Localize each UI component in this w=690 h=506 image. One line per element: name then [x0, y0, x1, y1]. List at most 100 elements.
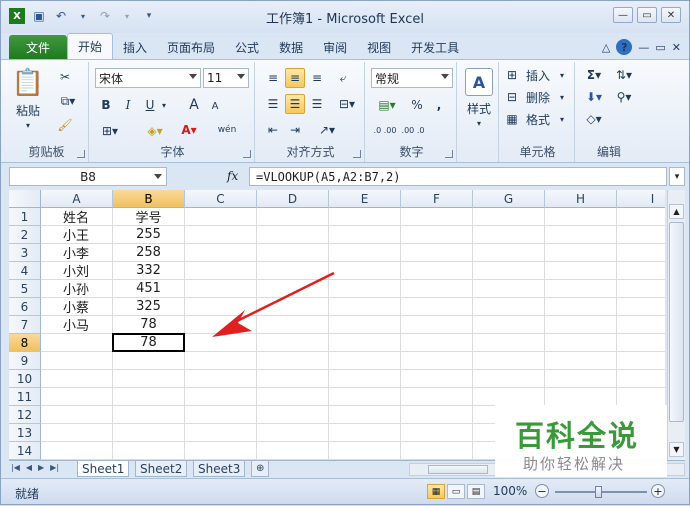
phonetic-guide-button[interactable]: wén [213, 120, 241, 140]
cell-a8[interactable] [41, 334, 113, 352]
zoom-level[interactable]: 100% [493, 484, 527, 498]
row-header-5[interactable]: 5 [9, 280, 41, 298]
expand-formula-bar-icon[interactable]: ▾ [669, 167, 685, 186]
cell-a4[interactable]: 小刘 [41, 262, 113, 280]
cell-b10[interactable] [113, 370, 185, 388]
scroll-down-icon[interactable]: ▼ [669, 442, 684, 457]
font-name-select[interactable]: 宋体 [95, 68, 201, 88]
last-sheet-icon[interactable]: ▶| [50, 463, 59, 472]
cell-c1[interactable] [185, 208, 257, 226]
prev-sheet-icon[interactable]: ◀ [26, 463, 32, 472]
cell-c5[interactable] [185, 280, 257, 298]
cell-d11[interactable] [257, 388, 329, 406]
cell-c14[interactable] [185, 442, 257, 460]
format-painter-icon[interactable]: 🖌 [55, 116, 75, 134]
cell-d1[interactable] [257, 208, 329, 226]
cell-g6[interactable] [473, 298, 545, 316]
paste-icon[interactable]: 📋 [11, 66, 45, 100]
cell-h11[interactable] [545, 388, 617, 406]
cell-b5[interactable]: 451 [113, 280, 185, 298]
autosum-icon[interactable]: Σ▾ [581, 66, 607, 84]
cell-g9[interactable] [473, 352, 545, 370]
cell-g2[interactable] [473, 226, 545, 244]
cell-d2[interactable] [257, 226, 329, 244]
active-cell-b8[interactable]: 78 [112, 333, 185, 352]
doc-restore-icon[interactable]: ▭ [655, 41, 665, 54]
column-header-g[interactable]: G [473, 190, 545, 208]
cell-c2[interactable] [185, 226, 257, 244]
cell-f14[interactable] [401, 442, 473, 460]
cell-a1[interactable]: 姓名 [41, 208, 113, 226]
font-size-select[interactable]: 11 [203, 68, 249, 88]
cell-b1[interactable]: 学号 [113, 208, 185, 226]
styles-icon[interactable]: A [465, 68, 493, 96]
cell-g4[interactable] [473, 262, 545, 280]
page-layout-view-icon[interactable]: ▭ [447, 484, 465, 499]
formula-input[interactable]: =VLOOKUP(A5,A2:B7,2) [249, 167, 667, 186]
cell-i2[interactable] [617, 226, 665, 244]
cell-f4[interactable] [401, 262, 473, 280]
tab-page-layout[interactable]: 页面布局 [157, 35, 225, 59]
row-header-4[interactable]: 4 [9, 262, 41, 280]
tab-insert[interactable]: 插入 [113, 35, 157, 59]
cell-i9[interactable] [617, 352, 665, 370]
cell-e9[interactable] [329, 352, 401, 370]
cell-c3[interactable] [185, 244, 257, 262]
fill-icon[interactable]: ⬇▾ [581, 88, 607, 106]
cell-e14[interactable] [329, 442, 401, 460]
cell-f13[interactable] [401, 424, 473, 442]
cell-d6[interactable] [257, 298, 329, 316]
cell-f2[interactable] [401, 226, 473, 244]
cell-e13[interactable] [329, 424, 401, 442]
delete-cells-button[interactable]: 删除 [521, 88, 555, 106]
merge-center-icon[interactable]: ⊟▾ [333, 94, 361, 114]
cell-h6[interactable] [545, 298, 617, 316]
sheet-tab-2[interactable]: Sheet2 [135, 461, 188, 477]
insert-sheet-icon[interactable]: ⊕ [251, 461, 270, 477]
cell-e7[interactable] [329, 316, 401, 334]
cell-h1[interactable] [545, 208, 617, 226]
zoom-slider-thumb[interactable] [595, 486, 602, 498]
cell-c10[interactable] [185, 370, 257, 388]
cell-f3[interactable] [401, 244, 473, 262]
minimize-button[interactable]: — [613, 7, 633, 23]
cell-b3[interactable]: 258 [113, 244, 185, 262]
cell-a2[interactable]: 小王 [41, 226, 113, 244]
column-header-c[interactable]: C [185, 190, 257, 208]
cell-f6[interactable] [401, 298, 473, 316]
tab-formulas[interactable]: 公式 [225, 35, 269, 59]
cell-g3[interactable] [473, 244, 545, 262]
cell-d13[interactable] [257, 424, 329, 442]
cell-e3[interactable] [329, 244, 401, 262]
align-top-icon[interactable]: ≡ [263, 68, 283, 88]
cell-e10[interactable] [329, 370, 401, 388]
cell-e1[interactable] [329, 208, 401, 226]
cell-b14[interactable] [113, 442, 185, 460]
align-middle-icon[interactable]: ≡ [285, 68, 305, 88]
cell-e6[interactable] [329, 298, 401, 316]
number-format-select[interactable]: 常规 [371, 68, 453, 88]
cell-d3[interactable] [257, 244, 329, 262]
cell-c11[interactable] [185, 388, 257, 406]
column-header-e[interactable]: E [329, 190, 401, 208]
sheet-tab-1[interactable]: Sheet1 [77, 461, 130, 477]
row-header-7[interactable]: 7 [9, 316, 41, 334]
cell-f1[interactable] [401, 208, 473, 226]
cell-i8[interactable] [617, 334, 665, 352]
row-header-8[interactable]: 8 [9, 334, 41, 352]
borders-icon[interactable]: ⊞▾ [97, 122, 123, 140]
cell-c4[interactable] [185, 262, 257, 280]
first-sheet-icon[interactable]: |◀ [11, 463, 20, 472]
column-header-h[interactable]: H [545, 190, 617, 208]
row-header-10[interactable]: 10 [9, 370, 41, 388]
close-button[interactable]: ✕ [661, 7, 681, 23]
cell-g1[interactable] [473, 208, 545, 226]
tab-developer[interactable]: 开发工具 [401, 35, 469, 59]
increase-decimal-button[interactable]: .0 .00 [373, 122, 397, 140]
shrink-font-button[interactable]: A [207, 98, 223, 114]
row-header-14[interactable]: 14 [9, 442, 41, 460]
row-header-9[interactable]: 9 [9, 352, 41, 370]
decrease-decimal-button[interactable]: .00 .0 [401, 122, 425, 140]
cell-e4[interactable] [329, 262, 401, 280]
cell-a12[interactable] [41, 406, 113, 424]
